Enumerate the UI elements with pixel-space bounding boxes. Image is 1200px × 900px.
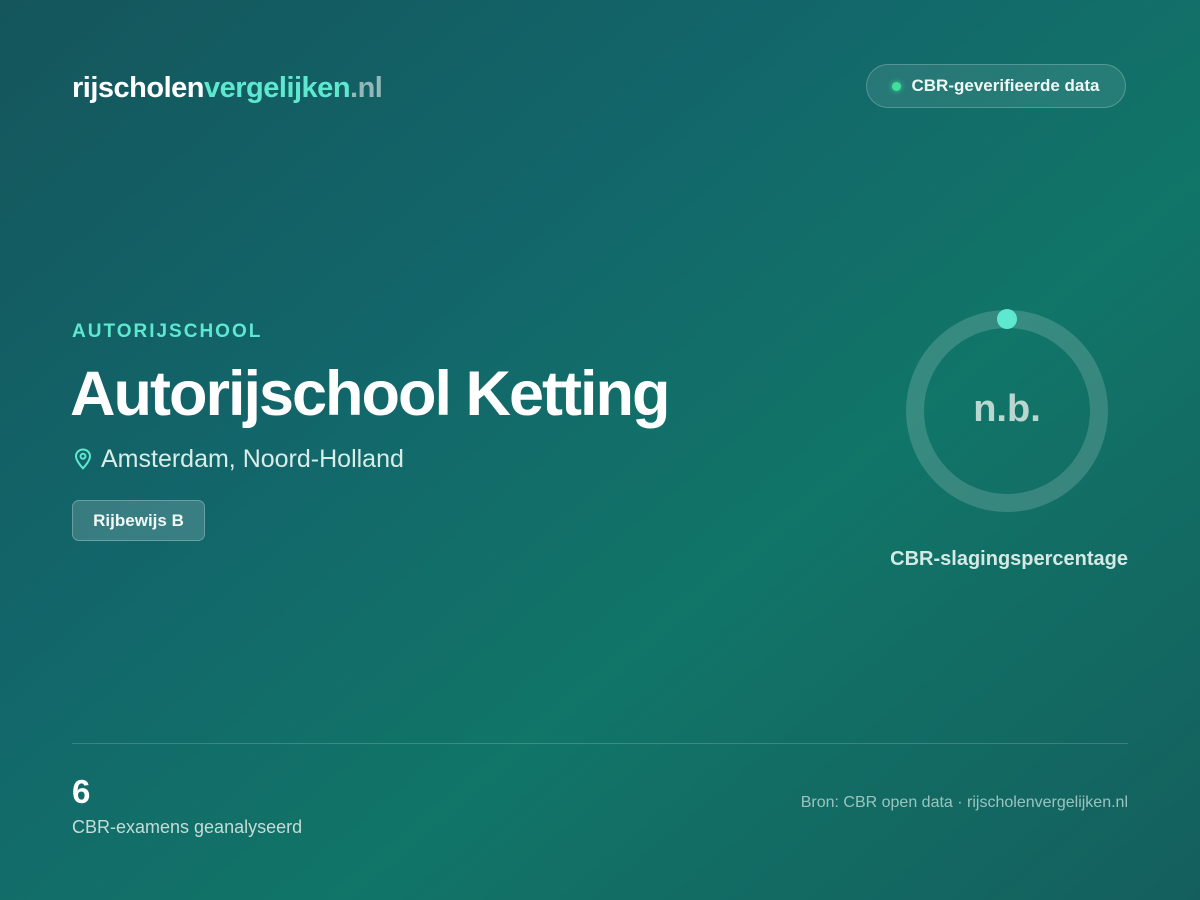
pass-rate-value: n.b.: [973, 388, 1041, 430]
logo-part-tld: .nl: [350, 72, 383, 104]
map-pin-icon: [74, 448, 92, 470]
license-chip: Rijbewijs B: [72, 500, 205, 541]
pass-rate-label: CBR-slagingspercentage: [890, 548, 1128, 570]
exam-count: 6: [72, 773, 91, 810]
school-name: Autorijschool Ketting: [70, 359, 670, 429]
gauge-marker: [997, 309, 1017, 329]
logo-part-rijscholen: rijscholen: [72, 72, 205, 104]
location-text: Amsterdam, Noord-Holland: [101, 445, 404, 473]
school-location: Amsterdam, Noord-Holland: [74, 443, 404, 475]
exam-count-label: CBR-examens geanalyseerd: [72, 817, 303, 837]
logo-part-vergelijken: vergelijken: [204, 72, 351, 104]
site-logo[interactable]: rijscholenvergelijken.nl: [72, 70, 383, 106]
cbr-verified-label: CBR-geverifieerde data: [911, 76, 1100, 95]
category-label: AUTORIJSCHOOL: [72, 321, 263, 342]
status-dot-icon: [892, 81, 902, 91]
cbr-verified-badge: CBR-geverifieerde data: [866, 64, 1126, 108]
data-source: Bron: CBR open data · rijscholenvergelij…: [800, 794, 1128, 811]
footer-divider: [72, 743, 1128, 744]
